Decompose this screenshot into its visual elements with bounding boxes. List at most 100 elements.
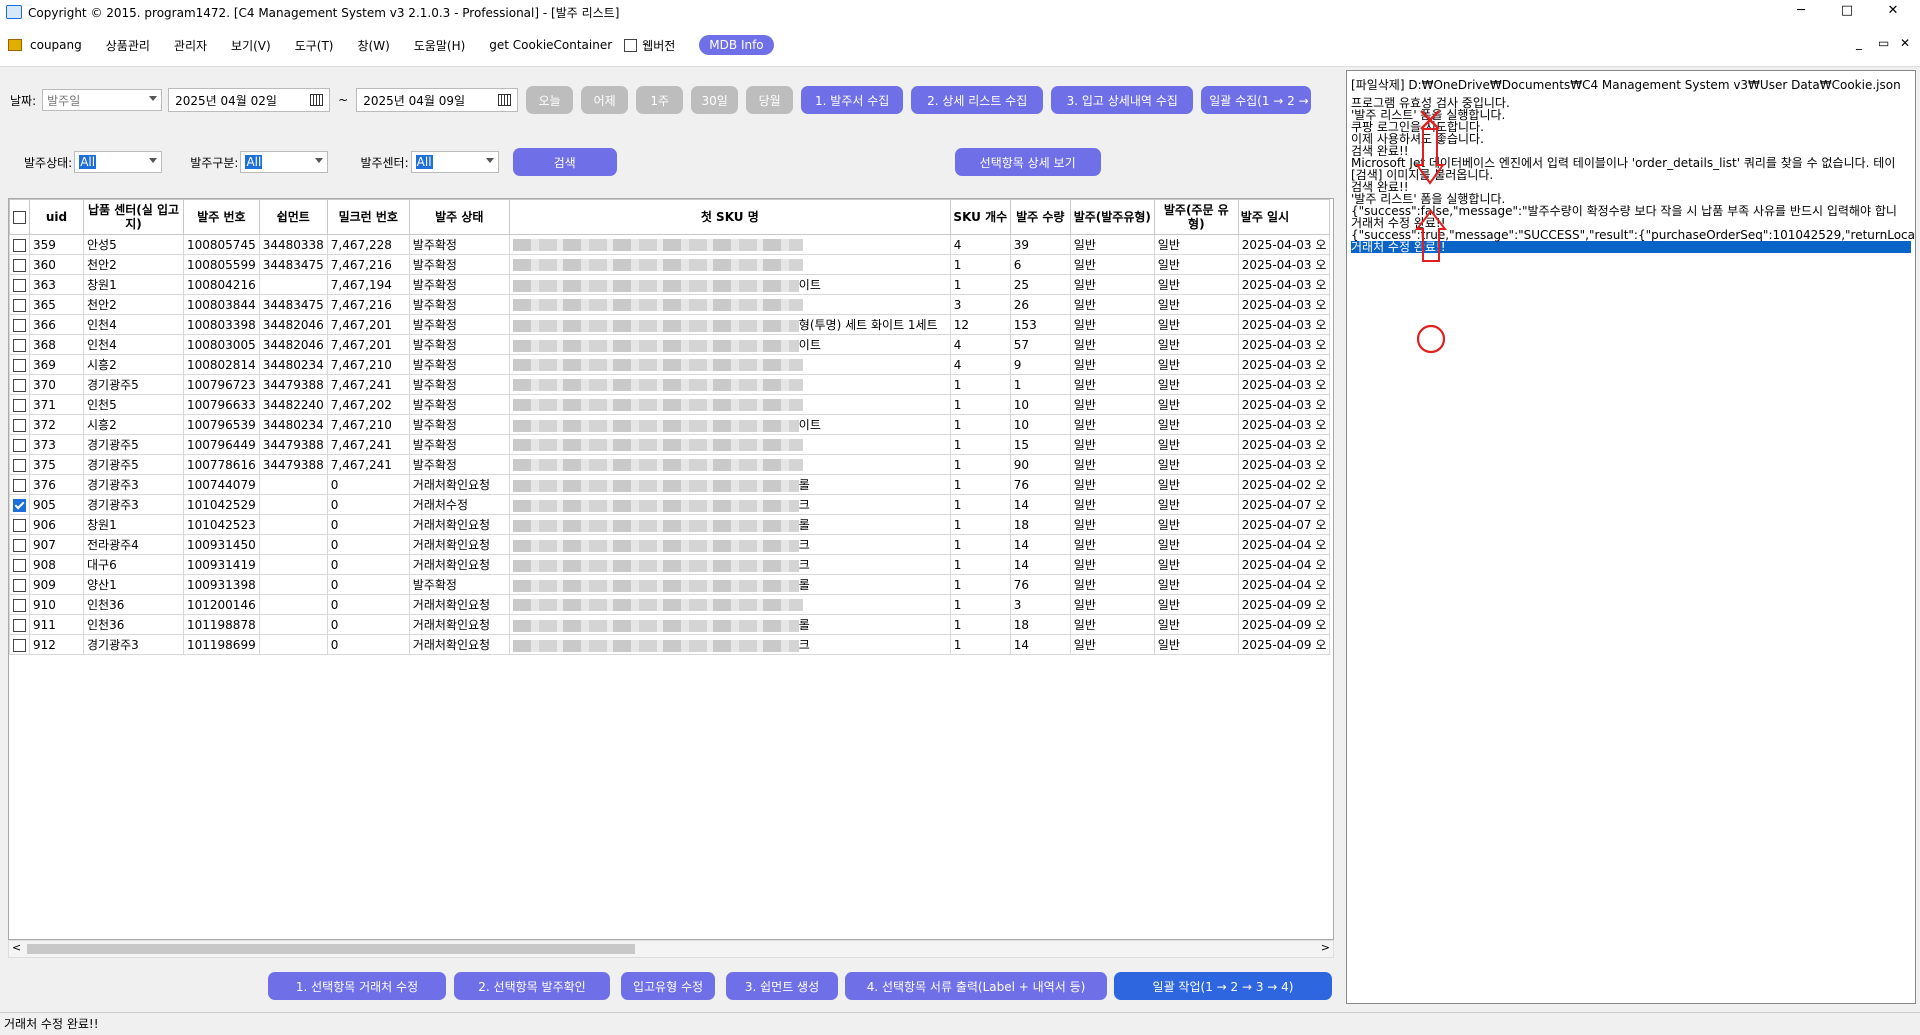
order-type-select[interactable]: All <box>240 151 329 173</box>
cell-status[interactable]: 거래처확인요청 <box>408 514 510 535</box>
cell-uid[interactable]: 365 <box>29 294 84 315</box>
cell-milk[interactable]: 7,467,228 <box>326 234 410 255</box>
row-checkbox[interactable] <box>13 258 26 272</box>
menu-help[interactable]: 도움말(H) <box>414 37 466 54</box>
cell-t2[interactable]: 일반 <box>1153 534 1239 555</box>
cell-t1[interactable]: 일반 <box>1069 294 1155 315</box>
cell-qty[interactable]: 25 <box>1009 274 1071 295</box>
table-row[interactable]: 359 안성5 100805745 34480338 7,467,228 발주확정 4 39 일… <box>9 234 1331 255</box>
cell-t1[interactable]: 일반 <box>1069 274 1155 295</box>
table-row[interactable]: 369 시흥2 100802814 34480234 7,467,210 발주확정 4 9 일반… <box>9 354 1331 375</box>
cell-po[interactable]: 100802814 <box>183 354 260 375</box>
row-select-cell[interactable] <box>9 254 30 275</box>
cell-center[interactable]: 인천5 <box>83 394 184 415</box>
yesterday-button[interactable]: 어제 <box>581 86 629 114</box>
table-row[interactable]: 366 인천4 100803398 34482046 7,467,201 발주확정 형(투명… <box>9 314 1331 335</box>
cell-milk[interactable]: 0 <box>326 474 410 495</box>
row-select-cell[interactable] <box>9 274 30 295</box>
cell-po[interactable]: 101198699 <box>183 634 260 655</box>
cell-first-sku[interactable] <box>508 254 951 275</box>
cell-first-sku[interactable] <box>508 594 951 615</box>
cell-first-sku[interactable]: 크 <box>508 554 951 575</box>
table-row[interactable]: 375 경기광주5 100778616 34479388 7,467,241 발주확정 1 9… <box>9 454 1331 475</box>
cell-t2[interactable]: 일반 <box>1153 494 1239 515</box>
cell-sku_n[interactable]: 1 <box>949 394 1011 415</box>
cell-ship[interactable]: 34480234 <box>258 414 328 435</box>
minimize-button[interactable]: ─ <box>1778 0 1824 24</box>
cell-first-sku[interactable]: 이트 <box>508 334 951 355</box>
cell-uid[interactable]: 359 <box>29 234 84 255</box>
row-checkbox[interactable] <box>13 358 26 372</box>
cell-status[interactable]: 거래처확인요청 <box>408 554 510 575</box>
cell-first-sku[interactable]: 이트 <box>508 414 951 435</box>
cell-date[interactable]: 2025-04-04 오 <box>1237 534 1331 555</box>
cell-center[interactable]: 시흥2 <box>83 354 184 375</box>
cell-date[interactable]: 2025-04-03 오 <box>1237 294 1331 315</box>
search-button[interactable]: 검색 <box>512 148 617 176</box>
table-row[interactable]: 373 경기광주5 100796449 34479388 7,467,241 발주확정 1 1… <box>9 434 1331 455</box>
cell-date[interactable]: 2025-04-03 오 <box>1237 394 1331 415</box>
cell-first-sku[interactable] <box>508 354 951 375</box>
cell-po[interactable]: 100803005 <box>183 334 260 355</box>
cell-sku_n[interactable]: 4 <box>949 234 1011 255</box>
menu-get-cookie[interactable]: get CookieContainer <box>489 38 612 52</box>
cell-t1[interactable]: 일반 <box>1069 254 1155 275</box>
cell-po[interactable]: 101198878 <box>183 614 260 635</box>
cell-center[interactable]: 인천4 <box>83 334 184 355</box>
row-select-cell[interactable] <box>9 434 30 455</box>
row-checkbox[interactable] <box>13 438 26 452</box>
cell-sku_n[interactable]: 1 <box>949 434 1011 455</box>
cell-qty[interactable]: 18 <box>1009 514 1071 535</box>
cell-center[interactable]: 인천36 <box>83 594 184 615</box>
cell-sku_n[interactable]: 1 <box>949 254 1011 275</box>
row-select-cell[interactable] <box>9 514 30 535</box>
table-row[interactable]: 910 인천36 101200146 0 거래처확인요청 1 3 일반 일반 2025-04-09… <box>9 594 1331 615</box>
cell-uid[interactable]: 912 <box>29 634 84 655</box>
menu-coupang[interactable]: coupang <box>30 38 82 52</box>
cell-first-sku[interactable]: 이트 <box>508 274 951 295</box>
cell-milk[interactable]: 7,467,241 <box>326 454 410 475</box>
row-checkbox[interactable] <box>13 518 26 532</box>
cell-qty[interactable]: 14 <box>1009 634 1071 655</box>
row-checkbox[interactable] <box>13 598 26 612</box>
cell-po[interactable]: 100796539 <box>183 414 260 435</box>
row-checkbox[interactable] <box>13 498 26 512</box>
cell-milk[interactable]: 7,467,216 <box>326 294 410 315</box>
cell-status[interactable]: 발주확정 <box>408 434 510 455</box>
cell-sku_n[interactable]: 1 <box>949 514 1011 535</box>
edit-inbound-type-button[interactable]: 입고유형 수정 <box>621 972 715 1000</box>
row-select-cell[interactable] <box>9 234 30 255</box>
cell-qty[interactable]: 14 <box>1009 494 1071 515</box>
cell-status[interactable]: 발주확정 <box>408 374 510 395</box>
cell-center[interactable]: 인천36 <box>83 614 184 635</box>
mdi-close-button[interactable]: ✕ <box>1900 36 1910 50</box>
cell-ship[interactable]: 34479388 <box>258 434 328 455</box>
cell-po[interactable]: 100796449 <box>183 434 260 455</box>
cell-first-sku[interactable]: 롤 <box>508 514 951 535</box>
cell-sku_n[interactable]: 4 <box>949 334 1011 355</box>
cell-t2[interactable]: 일반 <box>1153 554 1239 575</box>
cell-date[interactable]: 2025-04-09 오 <box>1237 634 1331 655</box>
cell-qty[interactable]: 76 <box>1009 474 1071 495</box>
menu-view[interactable]: 보기(V) <box>231 37 271 54</box>
cell-ship[interactable] <box>258 514 328 535</box>
table-row[interactable]: 907 전라광주4 100931450 0 거래처확인요청 크 1 14 일반 일반 2025-04… <box>9 534 1331 555</box>
cell-t1[interactable]: 일반 <box>1069 414 1155 435</box>
cell-sku_n[interactable]: 1 <box>949 494 1011 515</box>
row-select-cell[interactable] <box>9 574 30 595</box>
cell-milk[interactable]: 0 <box>326 594 410 615</box>
cell-uid[interactable]: 370 <box>29 374 84 395</box>
row-checkbox[interactable] <box>13 398 26 412</box>
cell-t1[interactable]: 일반 <box>1069 494 1155 515</box>
column-header[interactable]: 발주 번호 <box>183 199 260 235</box>
cell-t1[interactable]: 일반 <box>1069 394 1155 415</box>
row-checkbox[interactable] <box>13 278 26 292</box>
column-header[interactable]: 발주(발주유형) <box>1069 199 1155 235</box>
row-select-cell[interactable] <box>9 594 30 615</box>
cell-uid[interactable]: 366 <box>29 314 84 335</box>
cell-ship[interactable] <box>258 494 328 515</box>
cell-ship[interactable] <box>258 594 328 615</box>
cell-first-sku[interactable] <box>508 374 951 395</box>
cell-t1[interactable]: 일반 <box>1069 474 1155 495</box>
cell-t1[interactable]: 일반 <box>1069 534 1155 555</box>
